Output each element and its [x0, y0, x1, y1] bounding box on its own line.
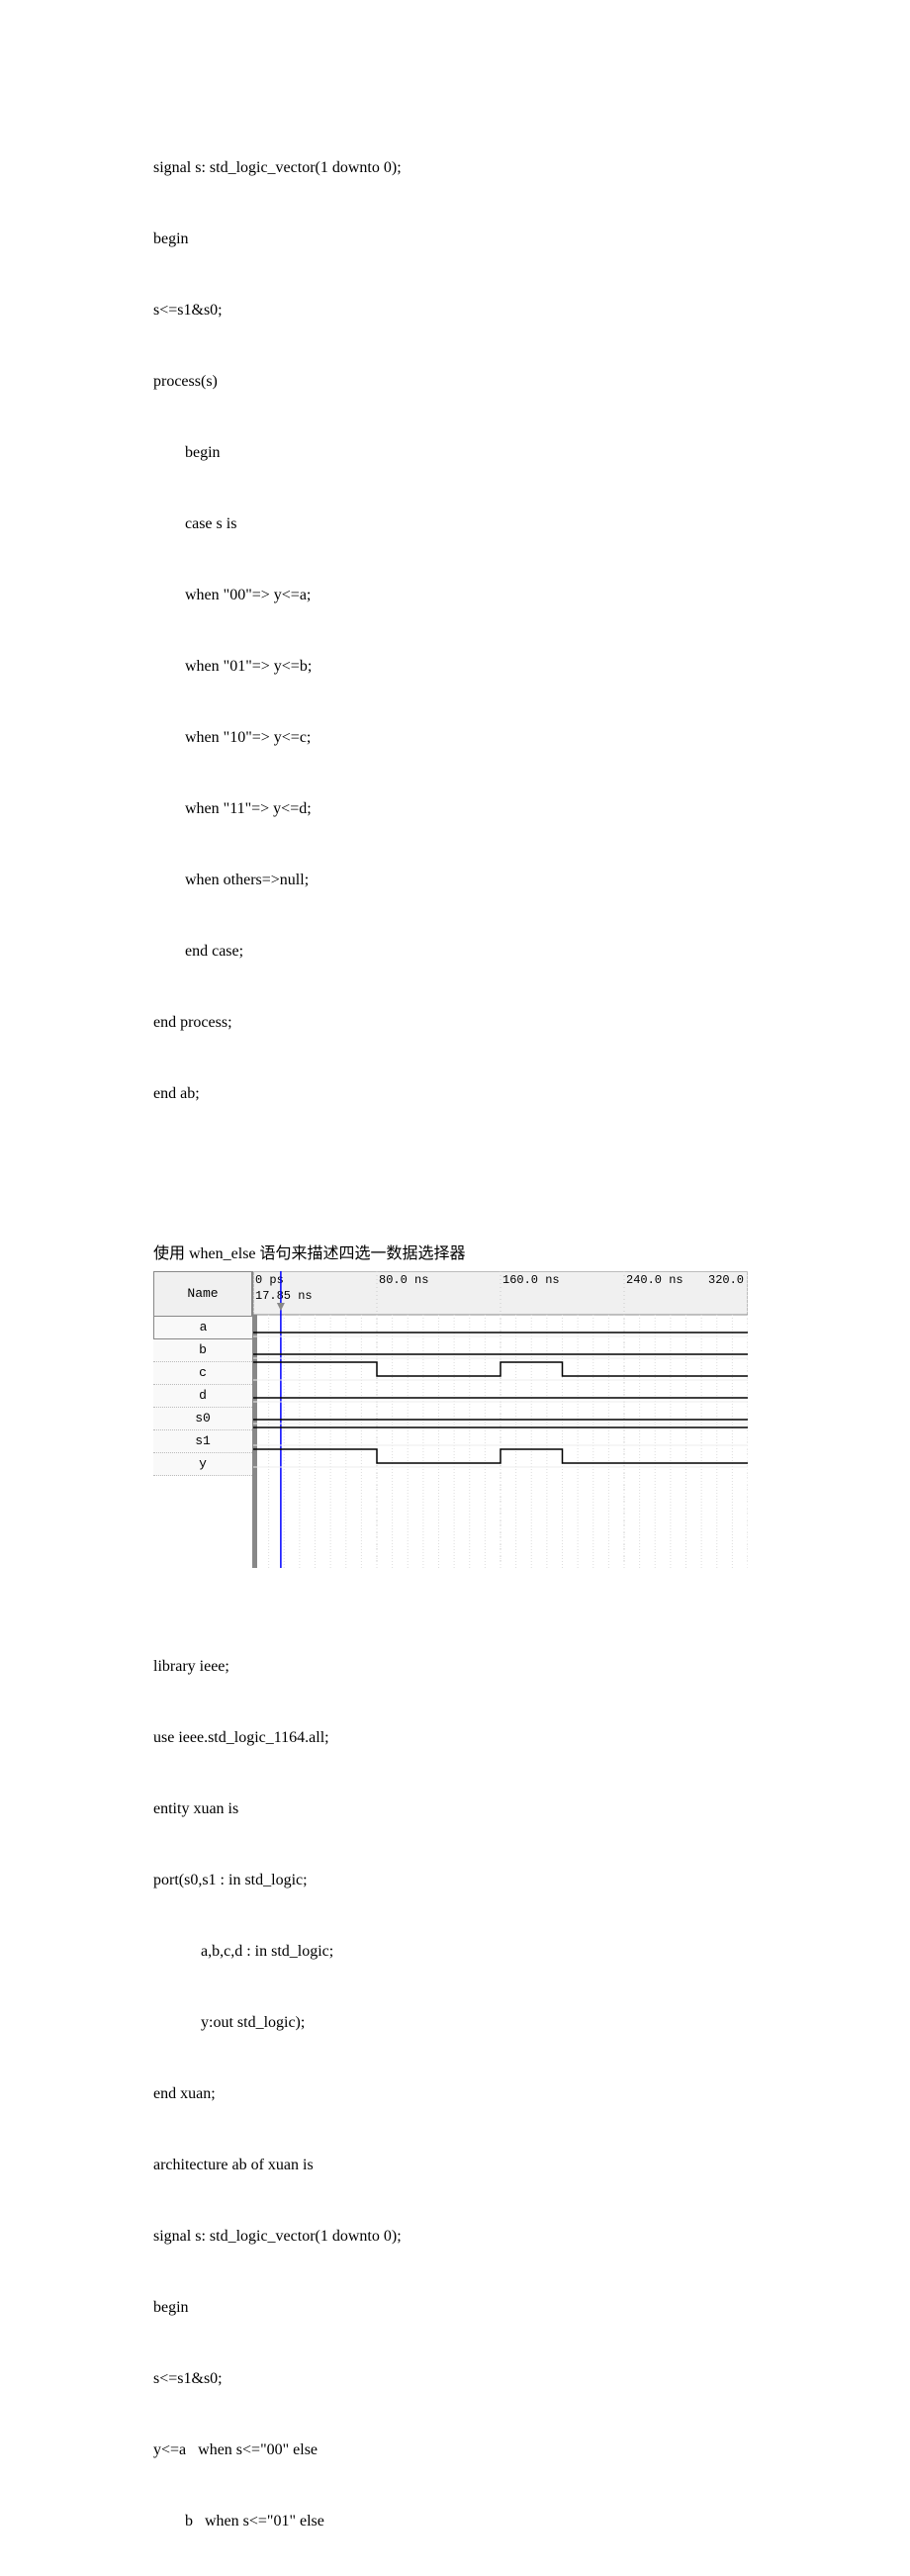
code-line: entity xuan is	[153, 1797, 757, 1821]
code-line: signal s: std_logic_vector(1 downto 0);	[153, 156, 757, 180]
code-line: end xuan;	[153, 2082, 757, 2106]
code-line: when "11"=> y<=d;	[153, 797, 757, 821]
code-line: y<=a when s<="00" else	[153, 2438, 757, 2462]
svg-text:160.0 ns: 160.0 ns	[502, 1273, 560, 1287]
code-line: begin	[153, 228, 757, 251]
code-line: architecture ab of xuan is	[153, 2154, 757, 2177]
signal-name-row: s1	[153, 1430, 252, 1453]
svg-text:17.85 ns: 17.85 ns	[255, 1289, 313, 1303]
code-line: use ieee.std_logic_1164.all;	[153, 1726, 757, 1750]
signal-name-row: c	[153, 1362, 252, 1385]
code-line: end ab;	[153, 1082, 757, 1106]
code-line: when "00"=> y<=a;	[153, 584, 757, 607]
svg-text:320.0: 320.0	[708, 1273, 744, 1287]
code-block-2: library ieee; use ieee.std_logic_1164.al…	[153, 1608, 757, 2576]
code-line: begin	[153, 441, 757, 465]
code-line: y:out std_logic);	[153, 2011, 757, 2035]
signal-name-row: d	[153, 1385, 252, 1408]
waveform-viewer: Name a b c d s0 s1 y 0 ps 80.0 ns 160.0 ns…	[153, 1271, 757, 1568]
code-line: b when s<="01" else	[153, 2510, 757, 2533]
code-line: end case;	[153, 940, 757, 964]
signal-names-column: Name a b c d s0 s1 y	[153, 1271, 253, 1568]
signal-name-row: s0	[153, 1408, 252, 1430]
code-line: case s is	[153, 512, 757, 536]
svg-text:0 ps: 0 ps	[255, 1273, 284, 1287]
waveform-svg: 0 ps 80.0 ns 160.0 ns 240.0 ns 320.0 17.85 ns	[253, 1271, 748, 1568]
code-line: when "10"=> y<=c;	[153, 726, 757, 750]
code-line: s<=s1&s0;	[153, 299, 757, 322]
svg-text:80.0 ns: 80.0 ns	[379, 1273, 428, 1287]
document-page: signal s: std_logic_vector(1 downto 0); …	[0, 0, 910, 2576]
code-line: s<=s1&s0;	[153, 2367, 757, 2391]
signal-name-row: b	[153, 1339, 252, 1362]
code-line: process(s)	[153, 370, 757, 394]
code-line: a,b,c,d : in std_logic;	[153, 1940, 757, 1964]
signal-name-row: y	[153, 1453, 252, 1476]
code-line: port(s0,s1 : in std_logic;	[153, 1869, 757, 1892]
code-line: begin	[153, 2296, 757, 2320]
names-header: Name	[153, 1271, 252, 1317]
section-heading: 使用 when_else 语句来描述四选一数据选择器	[153, 1242, 757, 1266]
code-block-1: signal s: std_logic_vector(1 downto 0); …	[153, 109, 757, 1153]
waveform-plot-area: 0 ps 80.0 ns 160.0 ns 240.0 ns 320.0 17.85 ns	[253, 1271, 757, 1568]
code-line: when "01"=> y<=b;	[153, 655, 757, 679]
svg-text:240.0 ns: 240.0 ns	[626, 1273, 683, 1287]
signal-name-row: a	[153, 1317, 252, 1339]
code-line: library ieee;	[153, 1655, 757, 1679]
code-line: signal s: std_logic_vector(1 downto 0);	[153, 2225, 757, 2249]
code-line: when others=>null;	[153, 869, 757, 892]
code-line: end process;	[153, 1011, 757, 1035]
